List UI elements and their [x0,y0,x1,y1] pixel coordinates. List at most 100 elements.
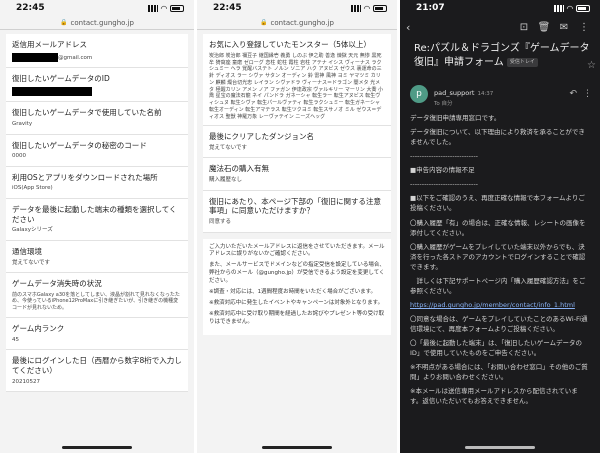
field-loss-situation: ゲームデータ消失時の状況 前のスマホGalaxy a30を落としてしまい、液晶が… [6,273,188,318]
form-panel-2: 22:45 ◠ 🔒 contact.gungho.jp お気に入り登録していたモ… [197,0,397,453]
notice-text: ご入力いただいたメールアドレスに返信をさせていただきます。メールアドレスに誤りが… [209,243,385,258]
field-label: 利用OSとアプリをダウンロードされた場所 [12,172,158,182]
url-text: contact.gungho.jp [70,18,134,27]
field-value: 炭治郎 炭治郎 禰豆子 継国縁壱 義勇 しのぶ 伊之助 善逸 煉獄 天元 無惨 … [209,52,384,120]
signal-icon [553,4,564,12]
body-line: 〇「最後に起動した端末」は、「復旧したいゲームデータのID」で使用していたものを… [410,339,583,358]
field-value: 覚えてないです [12,259,51,266]
body-line: ----------------------------- [410,152,479,161]
notice-text: ※調査・対応には、1週間程度お時間をいただく場合がございます。 [209,289,377,296]
notice-text: また、メールサービスでドメインなどの指定受信を設定している場合、弊社からのメール… [209,262,385,285]
wifi-icon: ◠ [363,3,370,13]
form-card: お気に入り登録していたモンスター（5体以上） 炭治郎 炭治郎 禰豆子 継国縁壱 … [203,34,391,233]
field-label: 最後にクリアしたダンジョン名 [209,132,314,142]
field-device: データを最後に起動した端末の種類を選択してください Galaxyシリーズ [6,199,188,241]
field-label: データを最後に起動した端末の種類を選択してください [12,204,177,224]
body-line: 〇購入履歴「有」の場合は、正確な情報、レシートの画像を添付してください。 [410,218,586,237]
field-label: お気に入り登録していたモンスター（5体以上） [209,40,371,49]
address-bar[interactable]: 🔒 contact.gungho.jp [0,16,194,30]
field-label: 魔法石の購入有無 [209,164,269,174]
field-value [12,86,182,96]
field-label: 復旧にあたり、本ページ下部の「復旧に関する注意事項」に同意いただけますか？ [209,196,382,216]
field-label: 復旧したいゲームデータで使用していた名前 [12,108,162,118]
battery-icon [576,4,590,12]
avatar[interactable]: p [410,84,428,103]
field-name: 復旧したいゲームデータで使用していた名前 Gravity [6,102,188,135]
redaction [12,52,58,62]
field-value: Galaxyシリーズ [12,227,53,234]
field-label: ゲーム内ランク [12,323,65,333]
back-arrow-icon[interactable]: ‹ [406,21,430,34]
lock-icon: 🔒 [60,19,68,26]
field-label: 返信用メールアドレス [12,40,87,49]
home-indicator [262,446,332,449]
body-line: ※不明点がある場合には、「お問い合わせ窓口」その他のご質問」よりお問い合わせくだ… [410,363,588,382]
status-icons: ◠ [147,4,184,13]
sender-row: p pad_support 14:37 To 自分 ↶ ⋮ [400,74,600,111]
field-value: @gmail.com [12,52,182,62]
field-secret-code: 復旧したいゲームデータの秘密のコード 0000 [6,135,188,167]
status-bar: 22:45 ◠ [197,0,397,16]
reply-icon[interactable]: ↶ [569,89,577,99]
field-label: 最後にログインした日（西暦から数字8桁で入力してください） [12,356,182,375]
recipient-line[interactable]: To 自分 [434,99,563,107]
email-toolbar: ‹ ⊡ 🗑 ✉ ⋮ [400,16,600,38]
body-line: ※本メールは送信専用メールアドレスから配信されています。返信いただいてもお答えで… [410,387,578,406]
screenshot-collage: 22:45 ◠ 🔒 contact.gungho.jp 返信用メールアドレス @… [0,0,600,453]
body-line: 〇同意な場合は、ゲームをプレイしていたことのあるWi-Fi通信環境にて、再度本フ… [410,315,588,334]
field-value: 前のスマホGalaxy a30を落としてしまい、液晶が割れて見れなくなったため、… [12,291,180,312]
field-value: 同意する [209,219,232,226]
body-line: ----------------------------- [410,180,479,189]
body-line: ■申告内容の情報不足 [410,166,475,175]
sender-name: pad_support [434,89,475,97]
field-label: 復旧したいゲームデータの秘密のコード [12,140,147,150]
status-time: 22:45 [16,3,45,13]
field-last-dungeon: 最後にクリアしたダンジョン名 覚えてないです [203,126,391,159]
notice-box: ご入力いただいたメールアドレスに返信をさせていただきます。メールアドレスに誤りが… [203,238,391,336]
status-icons: ◠ [553,3,590,13]
trash-icon[interactable]: 🗑 [534,22,554,33]
field-value: 20210527 [12,378,40,385]
field-last-login: 最後にログインした日（西暦から数字8桁で入力してください） 20210527 [6,350,188,393]
field-value: 0000 [12,153,26,160]
more-vert-icon[interactable]: ⋮ [583,89,592,99]
form-panel-1: 22:45 ◠ 🔒 contact.gungho.jp 返信用メールアドレス @… [0,0,194,453]
body-line: 詳しくは下記サポートページ内「購入履歴確認方法」をご参照ください。 [410,276,586,295]
mail-icon[interactable]: ✉ [554,22,574,33]
support-link[interactable]: https://pad.gungho.jp/member/contact/inf… [410,300,590,310]
field-value: 45 [12,336,19,343]
form-card: 返信用メールアドレス @gmail.com 復旧したいゲームデータのID 復旧し… [6,34,188,393]
body-line: 〇購入履歴がゲームをプレイしていた端末以外からでも、決済を行った各ストアのアカウ… [410,242,586,271]
field-label: 通信環境 [12,246,42,256]
field-favorite-monsters: お気に入り登録していたモンスター（5体以上） 炭治郎 炭治郎 禰豆子 継国縁壱 … [203,34,391,127]
notice-text: ※救済対応中に受け取り期間を経過したお詫びやプレゼント等の受け取りはできません。 [209,311,385,326]
field-agreement: 復旧にあたり、本ページ下部の「復旧に関する注意事項」に同意いただけますか？ 同意… [203,191,391,233]
address-bar[interactable]: 🔒 contact.gungho.jp [197,16,397,30]
field-rank: ゲーム内ランク 45 [6,318,188,351]
field-magic-stone: 魔法石の購入有無 購入履歴なし [203,158,391,191]
email-subject: Re:パズル＆ドラゴンズ『ゲームデータ復旧』申請フォーム 受信トレイ [400,38,600,74]
field-os: 利用OSとアプリをダウンロードされた場所 iOS(App Store) [6,167,188,199]
status-time: 21:07 [416,3,445,13]
field-value: 覚えてないです [209,145,248,151]
star-icon[interactable]: ☆ [587,60,596,71]
inbox-tag[interactable]: 受信トレイ [506,57,538,67]
signal-icon [350,4,361,12]
field-label: ゲームデータ消失時の状況 [12,278,102,288]
field-email: 返信用メールアドレス @gmail.com [6,34,188,69]
more-icon[interactable]: ⋮ [574,22,594,33]
url-text: contact.gungho.jp [270,18,334,27]
field-value: Gravity [12,121,33,128]
signal-icon [147,4,158,12]
battery-icon [373,4,387,12]
wifi-icon: ◠ [566,3,573,13]
lock-icon: 🔒 [260,19,268,26]
redaction [12,86,92,96]
field-network: 通信環境 覚えてないです [6,241,188,273]
home-indicator [465,446,535,449]
field-value: 購入履歴なし [209,177,243,184]
archive-icon[interactable]: ⊡ [514,22,534,33]
sender-info: pad_support 14:37 To 自分 [434,80,563,107]
battery-icon [170,4,184,12]
email-body: データ復旧申請専用窓口です。 データ復旧について、以下理由により救済を承ることが… [400,111,600,413]
